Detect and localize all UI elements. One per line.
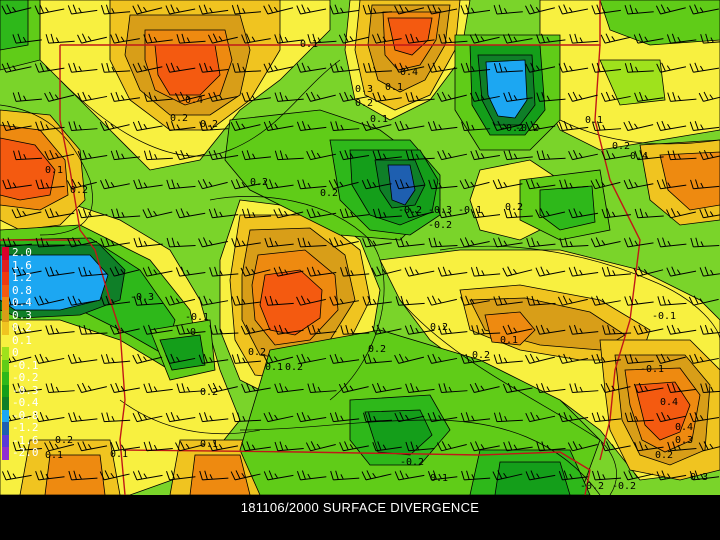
legend-entry: 0.2: [2, 321, 62, 335]
legend-label: 0.3: [12, 308, 32, 322]
contour-label: 0.1: [385, 82, 403, 93]
legend-swatch: [2, 297, 9, 310]
legend-label: -2.0: [12, 446, 39, 459]
legend-label: 1.6: [12, 258, 32, 272]
legend-label: -0.4: [12, 396, 39, 409]
contour-label: 0.2: [285, 362, 303, 373]
legend-entry: 0.1: [2, 333, 62, 347]
legend-swatch: [2, 284, 9, 297]
legend-swatch: [2, 422, 9, 435]
contour-label: 0.2: [248, 347, 266, 358]
legend-label: 0.1: [12, 333, 32, 347]
legend-entry: 2.0: [2, 246, 62, 260]
divergence-map: 0.10.40.40.20.20.3 0.10.20.1 0.10.20.2-0.2…: [0, 0, 720, 495]
legend-label: -0.1: [12, 358, 39, 372]
contour-label: -0.1: [652, 311, 676, 322]
legend-label: -1.6: [12, 433, 39, 447]
contour-label: 0.2: [250, 177, 268, 188]
contour-label: 0.2: [355, 98, 373, 109]
legend-swatch: [2, 259, 9, 272]
contour-label: -0.2: [515, 123, 539, 134]
contour-label: 0.4: [400, 67, 418, 78]
legend-entry: 0.8: [2, 283, 62, 297]
contour-label: 0.3: [690, 472, 708, 483]
legend-swatch: [2, 247, 9, 260]
legend-label: 0.8: [12, 283, 32, 297]
legend-swatch: [2, 309, 9, 322]
contour-label: -0.2: [612, 481, 636, 492]
contour-label: 0.1: [430, 473, 448, 484]
legend-swatch: [2, 272, 9, 285]
contour-label: 0.4: [675, 422, 693, 433]
legend-swatch: [2, 384, 9, 397]
legend-label: 2.0: [12, 246, 32, 259]
contour-label: -0.3: [428, 205, 452, 216]
contour-label: -0.1: [185, 312, 209, 323]
contour-label: 0.1: [110, 449, 128, 460]
contour-label: 0.1: [265, 362, 283, 373]
contour-label: 0.1: [585, 115, 603, 126]
contour-label: -0.1: [458, 205, 482, 216]
contour-label: 0.2: [612, 141, 630, 152]
contour-label: -0.2: [428, 220, 452, 231]
contour-label: 0.2: [655, 450, 673, 461]
contour-label: 0.2: [472, 350, 490, 361]
contour-label: 0.3: [675, 435, 693, 446]
contour-label: 0.4: [630, 151, 648, 162]
legend-swatch: [2, 447, 9, 460]
legend-label: 0.4: [12, 296, 32, 309]
legend-entry: 0.3: [2, 308, 62, 322]
legend-label: 1.2: [12, 271, 32, 284]
contour-label: -0.2: [400, 457, 424, 468]
legend-label: 0: [12, 346, 19, 359]
contour-label: -0.2: [398, 205, 422, 216]
legend-swatch: [2, 397, 9, 410]
legend-label: -0.2: [12, 371, 39, 384]
map-caption: 181106/2000 SURFACE DIVERGENCE: [240, 500, 480, 515]
contour-label: 0.2: [505, 202, 523, 213]
contour-label: 0.4: [660, 397, 678, 408]
color-legend: 2.0 1.6 1.2 0.8 0.4 0.3 0.2 0.1 0 -0.1 -0.2 -0.3 -0.…: [2, 246, 62, 515]
contour-label: 0: [190, 327, 196, 338]
legend-swatch: [2, 372, 9, 385]
legend-swatch: [2, 434, 9, 447]
contour-label: -0.1: [640, 364, 664, 375]
legend-swatch: [2, 347, 9, 360]
legend-swatch: [2, 322, 9, 335]
legend-entry: 1.6: [2, 258, 62, 272]
contour-label: 0.1: [370, 114, 388, 125]
legend-label: 0.2: [12, 321, 32, 334]
legend-swatch: [2, 409, 9, 422]
legend-entry: 1.2: [2, 271, 62, 285]
contour-label: 0.1: [200, 439, 218, 450]
legend-swatch: [2, 334, 9, 347]
contour-label: 0.1: [500, 335, 518, 346]
contour-label: -0.3: [130, 292, 154, 303]
legend-label: -0.8: [12, 408, 39, 422]
contour-label: 0.3: [355, 84, 373, 95]
contour-label: 0.2: [200, 119, 218, 130]
contour-label: 0.2: [200, 387, 218, 398]
contour-label: 0.4: [185, 95, 203, 106]
legend-label: -0.3: [12, 383, 39, 397]
contour-label: 0.2: [368, 344, 386, 355]
legend-label: -1.2: [12, 421, 39, 434]
contour-label: -0.2: [580, 481, 604, 492]
contour-label: 0.2: [170, 113, 188, 124]
contour-label: 0.1: [300, 39, 318, 50]
legend-entry: -2.0: [2, 446, 62, 460]
contour-label: 0.2: [430, 322, 448, 333]
contour-label: 0.1: [45, 165, 63, 176]
legend-entry: 0.4: [2, 296, 62, 310]
contour-label: 0.2: [320, 188, 338, 199]
contour-label: 0.2: [70, 185, 88, 196]
legend-swatch: [2, 359, 9, 372]
